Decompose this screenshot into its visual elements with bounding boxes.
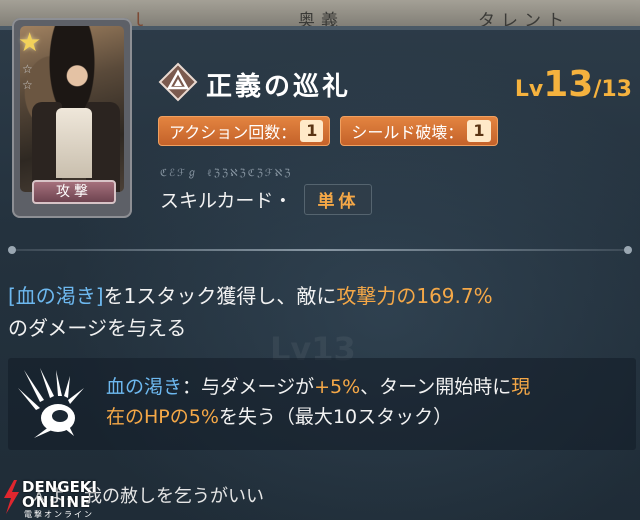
- target-type-badge: 単体: [304, 184, 373, 215]
- desc-text: のダメージを与える: [8, 316, 187, 340]
- skill-description: [血の渇き]を1スタック獲得し、敵に攻撃力の169.7% のダメージを与える: [8, 280, 633, 344]
- card-type-label: 攻撃: [32, 180, 116, 204]
- level-current: 13: [543, 64, 594, 105]
- effect-text: 血の渇き：与ダメージが+5%、ターン開始時に現 在のHPの5%を失う（最大10ス…: [106, 372, 634, 432]
- pill-label: アクション回数：: [169, 123, 297, 142]
- effect-text-part: 、ターン開始時に: [360, 376, 512, 398]
- star-slot-icon: ☆: [22, 78, 33, 92]
- action-count-pill: アクション回数： 1: [158, 116, 331, 146]
- section-divider: [8, 246, 632, 254]
- skill-type-row: スキルカード・ 単体: [160, 184, 373, 215]
- skill-type-label: スキルカード・: [160, 190, 293, 212]
- desc-text: を1スタック獲得し、敵に: [103, 284, 337, 308]
- buff-value: +5%: [314, 376, 361, 398]
- skill-stat-pills: アクション回数： 1 シールド破壊： 1: [158, 116, 498, 146]
- lightning-icon: [4, 480, 19, 514]
- portrait-shirt: [56, 108, 92, 178]
- star-slot-icon: ☆: [22, 62, 33, 76]
- pill-value: 1: [300, 120, 324, 142]
- pill-label: シールド破壊：: [351, 123, 464, 142]
- logo-line3: 電撃オンライン: [24, 510, 94, 519]
- buff-keyword-link[interactable]: [血の渇き]: [8, 284, 104, 308]
- level-prefix: Lv: [514, 77, 544, 102]
- cipher-text: ℭℰℱℊ ℓℨℨℵℨℭℨℱℵℨ: [160, 168, 293, 179]
- star-icon: ★: [18, 28, 42, 58]
- effect-text-part: ：与ダメージが: [182, 376, 315, 398]
- effect-text-part: 現: [511, 376, 531, 398]
- claw-slash-icon: [18, 368, 84, 438]
- pill-value: 1: [467, 120, 491, 142]
- hp-loss-value: 在のHPの5%: [106, 406, 219, 428]
- dengeki-online-logo: DENGEKI ONLINE 電撃オンライン: [0, 476, 130, 520]
- skill-emblem-icon: [158, 62, 198, 102]
- shield-break-pill: シールド破壊： 1: [340, 116, 498, 146]
- skill-name: 正義の巡礼: [206, 72, 352, 102]
- effect-text-part: を失う（最大10スタック）: [218, 406, 453, 428]
- level-max: 13: [601, 77, 632, 102]
- buff-name: 血の渇き: [106, 376, 183, 398]
- damage-value: 攻撃力の169.7%: [336, 284, 493, 308]
- skill-level: Lv13/13: [515, 64, 632, 105]
- character-card[interactable]: ★ ☆ ☆ 攻撃: [12, 18, 132, 218]
